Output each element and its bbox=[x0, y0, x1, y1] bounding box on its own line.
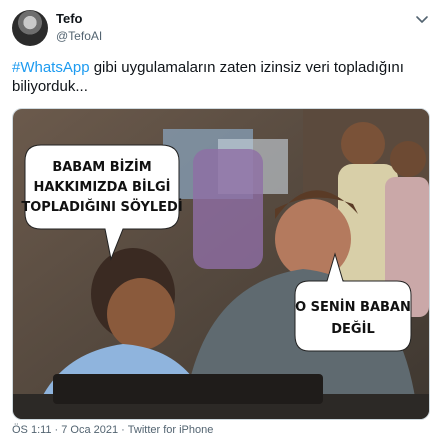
meme-image: BABAM BİZİM HAKKIMIZDA BİLGİ TOPLADIĞINI… bbox=[13, 109, 429, 419]
left-bubble-line-1: BABAM BİZİM bbox=[52, 159, 151, 175]
left-bubble-line-3: TOPLADIĞINI SÖYLEDİ bbox=[21, 199, 182, 215]
tweet-image[interactable]: BABAM BİZİM HAKKIMIZDA BİLGİ TOPLADIĞINI… bbox=[12, 108, 430, 420]
avatar[interactable] bbox=[12, 10, 48, 46]
tweet-date[interactable]: 7 Oca 2021 bbox=[61, 424, 118, 436]
separator-dot: · bbox=[121, 424, 125, 436]
tweet-card: Tefo @TefoAI #WhatsApp gibi uygulamaları… bbox=[0, 0, 442, 442]
hashtag-link[interactable]: #WhatsApp bbox=[12, 59, 90, 76]
right-bubble-line-1: O SENİN BABAN bbox=[295, 299, 411, 315]
author-display-name[interactable]: Tefo bbox=[56, 11, 82, 26]
tweet-time[interactable]: ÖS 1:11 bbox=[12, 424, 52, 436]
chevron-down-icon[interactable] bbox=[414, 11, 430, 27]
left-bubble-line-2: HAKKIMIZDA BİLGİ bbox=[33, 179, 170, 195]
author-handle[interactable]: @TefoAI bbox=[56, 29, 102, 43]
tweet-source[interactable]: Twitter for iPhone bbox=[128, 424, 214, 436]
right-bubble-line-2: DEĞİL bbox=[331, 321, 374, 337]
separator-dot: · bbox=[54, 424, 59, 436]
tweet-meta: ÖS 1:11 · 7 Oca 2021 · Twitter for iPhone bbox=[12, 424, 213, 436]
tweet-text: #WhatsApp gibi uygulamaların zaten izins… bbox=[12, 58, 422, 96]
